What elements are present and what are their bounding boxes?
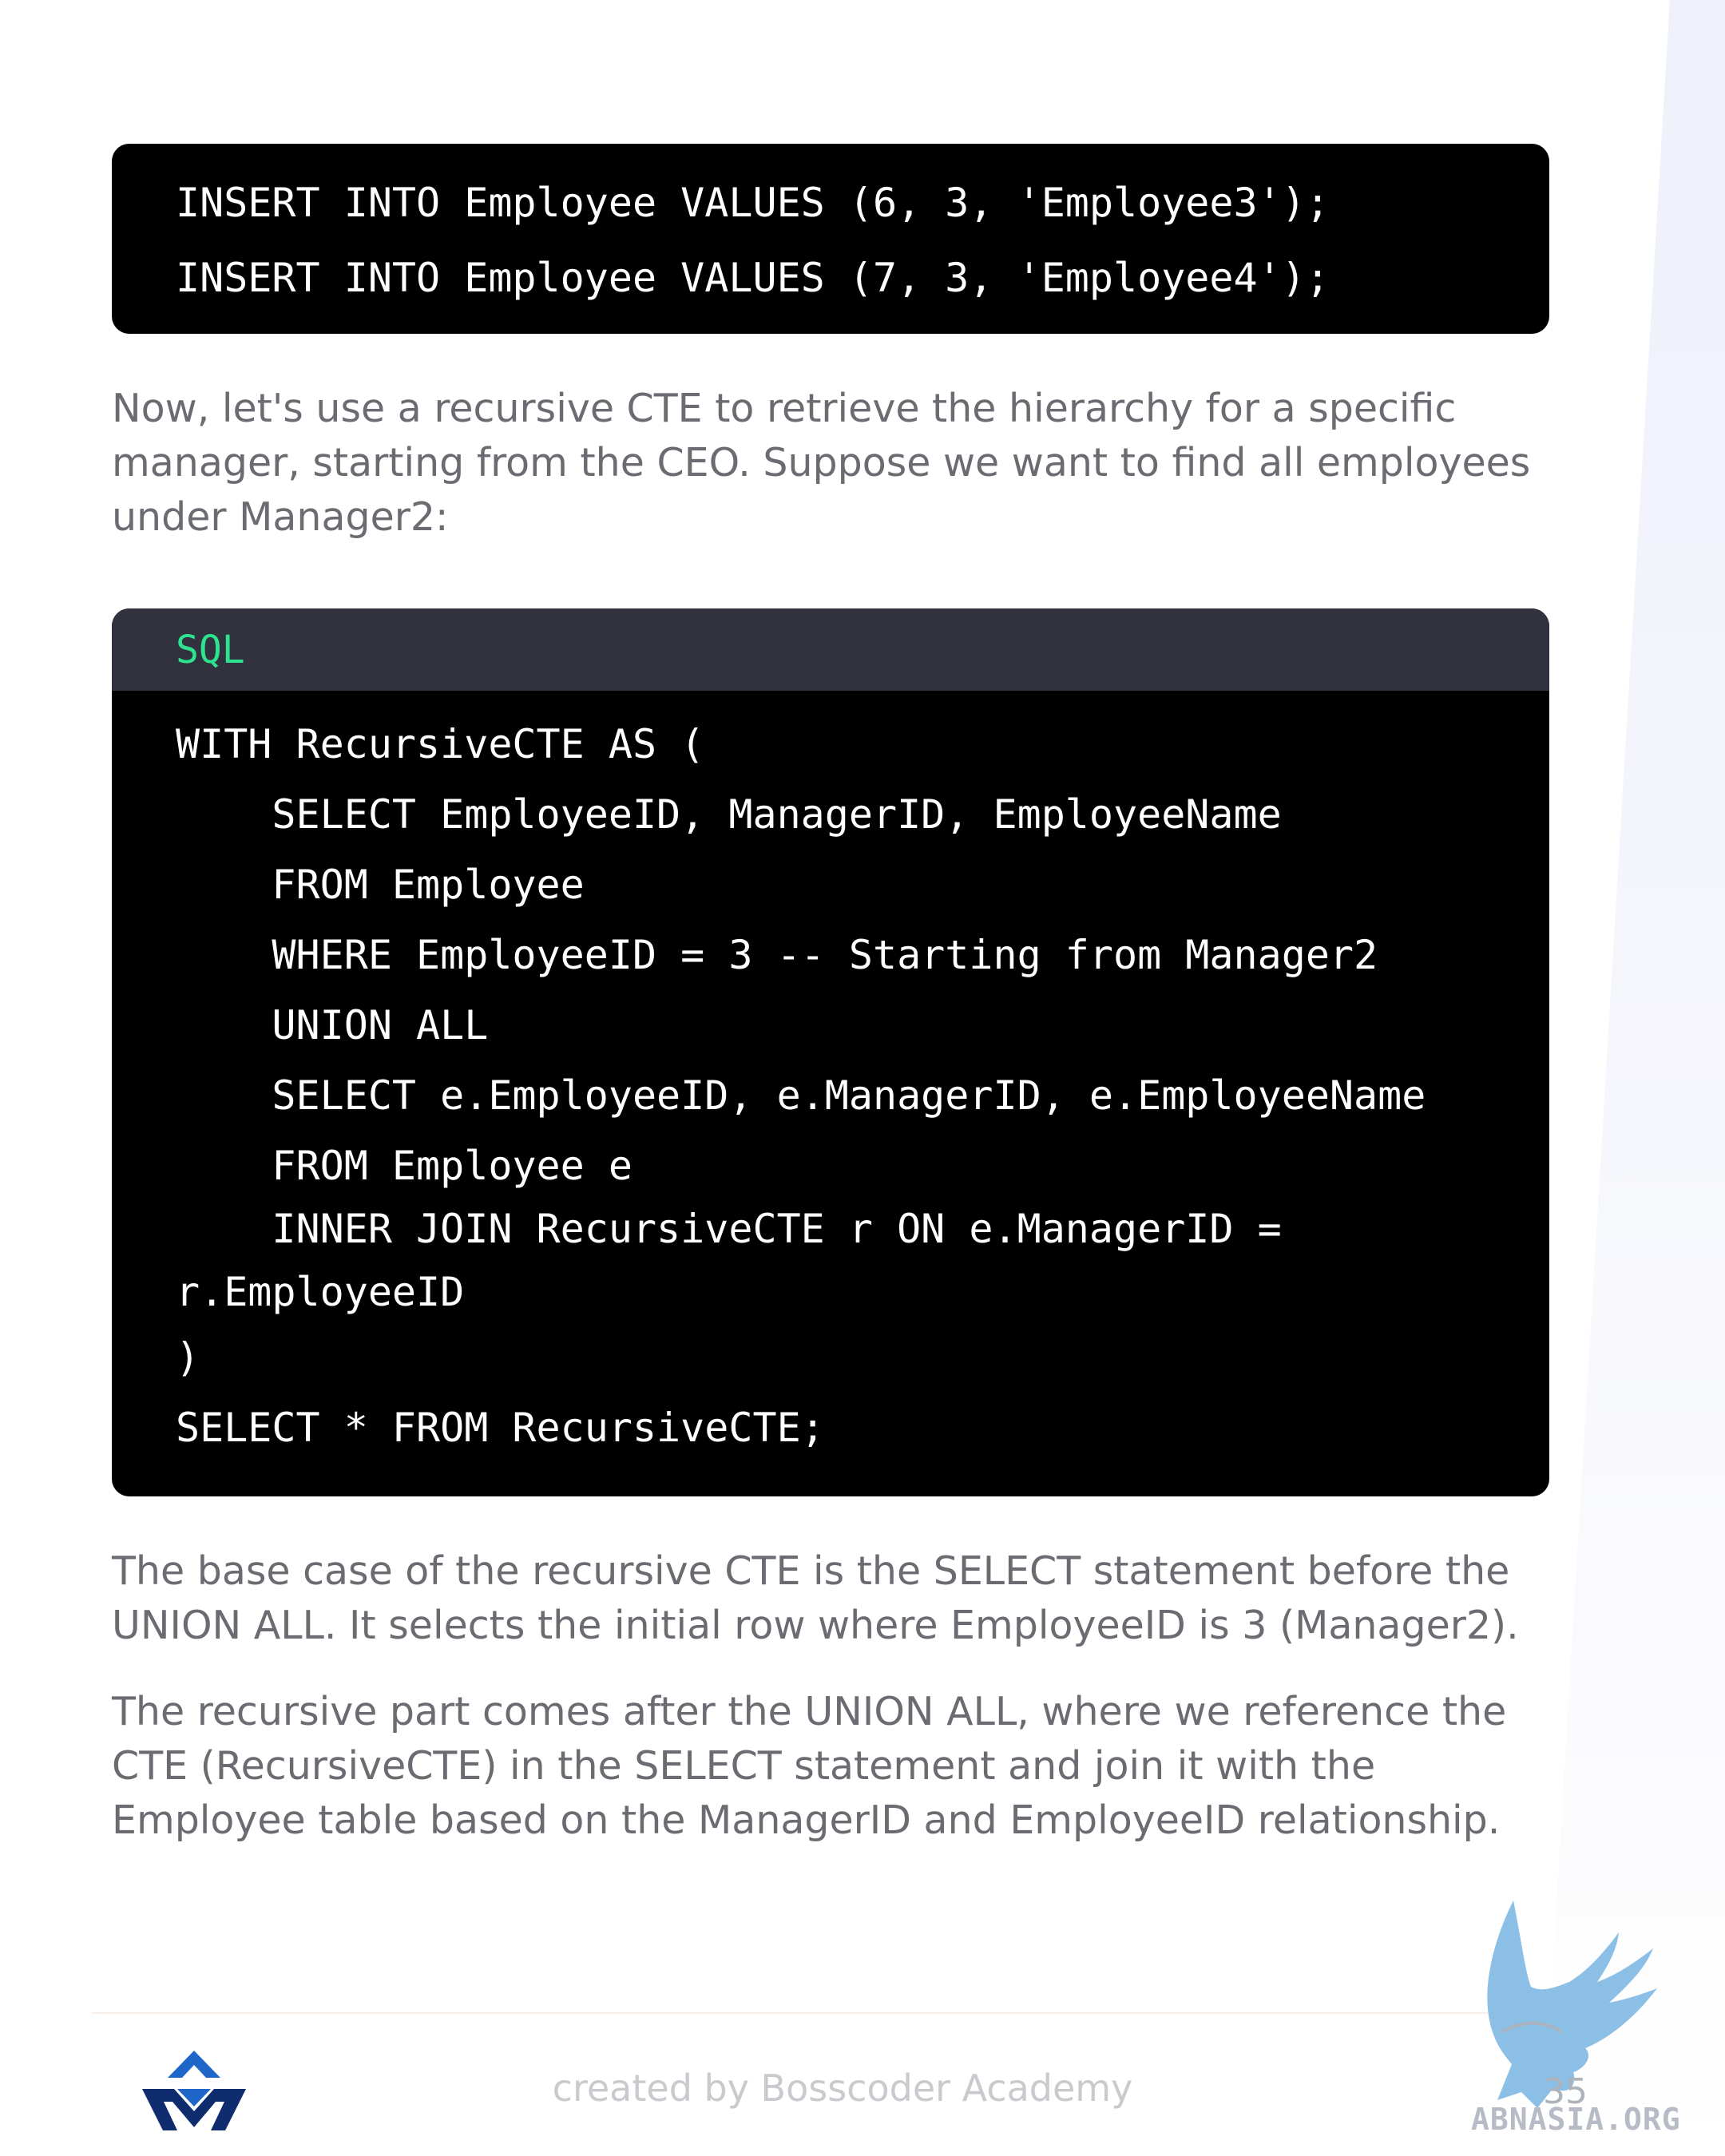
code-line: INNER JOIN RecursiveCTE r ON e.ManagerID… xyxy=(176,1206,1282,1252)
base-case-paragraph: The base case of the recursive CTE is th… xyxy=(112,1548,1519,1648)
code-line: SELECT * FROM RecursiveCTE; xyxy=(176,1405,825,1451)
code-block-sql: SQL WITH RecursiveCTE AS ( SELECT Employ… xyxy=(112,608,1549,1496)
code-line: r.EmployeeID xyxy=(176,1269,465,1315)
footer-credit: created by Bosscoder Academy xyxy=(552,2067,1133,2110)
code-line: FROM Employee xyxy=(176,862,585,908)
code-body: WITH RecursiveCTE AS ( SELECT EmployeeID… xyxy=(112,691,1549,1467)
code-line: ) xyxy=(176,1334,200,1381)
code-line: SELECT EmployeeID, ManagerID, EmployeeNa… xyxy=(176,791,1282,838)
watermark-text: ABNASIA.ORG xyxy=(1471,2102,1681,2137)
code-line: WHERE EmployeeID = 3 -- Starting from Ma… xyxy=(176,932,1378,978)
code-line: SELECT e.EmployeeID, e.ManagerID, e.Empl… xyxy=(176,1072,1426,1119)
code-line: UNION ALL xyxy=(176,1002,489,1048)
code-language-label: SQL xyxy=(112,608,1549,691)
code-line: FROM Employee e xyxy=(176,1143,632,1189)
footer-divider xyxy=(92,2012,1633,2014)
code-block-insert: INSERT INTO Employee VALUES (6, 3, 'Empl… xyxy=(112,144,1549,334)
code-line: INSERT INTO Employee VALUES (7, 3, 'Empl… xyxy=(176,255,1330,301)
intro-paragraph: Now, let's use a recursive CTE to retrie… xyxy=(112,386,1531,540)
code-line: WITH RecursiveCTE AS ( xyxy=(176,721,705,767)
background-decoration xyxy=(1541,0,1725,2156)
code-line: INSERT INTO Employee VALUES (6, 3, 'Empl… xyxy=(176,180,1330,226)
recursive-part-paragraph: The recursive part comes after the UNION… xyxy=(112,1689,1507,1843)
